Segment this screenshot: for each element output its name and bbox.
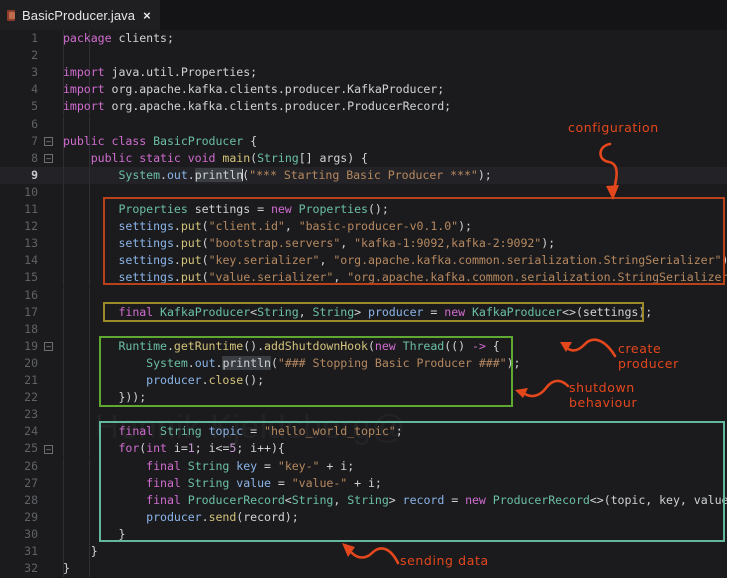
code-line[interactable]: 11 Properties settings = new Properties(… — [0, 201, 727, 219]
line-number: 21 — [24, 373, 38, 387]
line-number: 17 — [24, 304, 38, 319]
code-line[interactable]: 26 final String key = "key-" + i; — [0, 457, 727, 475]
tab-basicproducer-java[interactable]: BasicProducer.java × — [0, 0, 160, 30]
code-line[interactable]: 16 — [0, 286, 727, 304]
code-line[interactable]: 12 settings.put("client.id", "basic-prod… — [0, 218, 727, 236]
code-line[interactable]: 10 — [0, 183, 727, 201]
code-line[interactable]: 28 final ProducerRecord<String, String> … — [0, 491, 727, 509]
editor-tab-bar: BasicProducer.java × — [0, 0, 727, 30]
code-surface[interactable]: Hennik Kjeldsberg@ 1 package clients; 2 … — [0, 30, 727, 578]
code-line[interactable]: 24 final String topic = "hello_world_top… — [0, 423, 727, 441]
fold-marker-icon[interactable]: – — [44, 136, 53, 146]
line-number: 32 — [24, 561, 38, 576]
line-number: 11 — [24, 202, 38, 216]
code-line[interactable]: 15 settings.put("value.serializer", "org… — [0, 269, 727, 287]
code-line[interactable]: 29 producer.send(record); — [0, 508, 727, 526]
line-number: 28 — [24, 492, 38, 507]
fold-marker-icon[interactable]: – — [44, 342, 53, 352]
line-number: 3 — [31, 65, 38, 80]
code-line[interactable]: 17 final KafkaProducer<String, String> p… — [0, 303, 727, 321]
line-number: 13 — [24, 236, 38, 251]
code-line[interactable]: 3 import java.util.Properties; — [0, 64, 727, 82]
line-number: 16 — [24, 287, 38, 302]
tab-label: BasicProducer.java — [22, 7, 136, 23]
code-editor-window: BasicProducer.java × Hennik Kjeldsberg@ … — [0, 0, 727, 578]
code-line[interactable]: 31 } — [0, 543, 727, 561]
right-page-margin — [727, 0, 746, 586]
line-number: 8 — [31, 150, 38, 165]
line-number: 15 — [24, 270, 38, 285]
annotation-shutdown: shutdown behaviour — [569, 380, 637, 410]
line-number: 2 — [31, 48, 38, 63]
code-line[interactable]: 7 – public class BasicProducer { — [0, 132, 727, 150]
code-line[interactable]: 8 – public static void main(String[] arg… — [0, 149, 727, 167]
line-number: 9 — [31, 167, 38, 182]
line-number: 4 — [31, 82, 38, 97]
code-line[interactable]: 5 import org.apache.kafka.clients.produc… — [0, 98, 727, 116]
line-number: 10 — [24, 184, 38, 199]
below-editor-strip — [0, 578, 727, 586]
code-line-current[interactable]: 9 System.out.println("*** Starting Basic… — [0, 166, 727, 184]
line-number: 18 — [24, 321, 38, 336]
line-number: 5 — [31, 99, 38, 114]
line-number: 27 — [24, 475, 38, 490]
code-line[interactable]: 13 settings.put("bootstrap.servers", "ka… — [0, 235, 727, 253]
java-file-icon — [6, 9, 17, 22]
code-line[interactable]: 27 final String value = "value-" + i; — [0, 474, 727, 492]
code-line[interactable]: 2 — [0, 47, 727, 65]
annotation-shutdown-text: shutdown behaviour — [569, 380, 638, 410]
line-number: 6 — [31, 116, 38, 131]
code-line[interactable]: 14 settings.put("key.serializer", "org.a… — [0, 252, 727, 270]
code-line[interactable]: 30 } — [0, 525, 727, 543]
code-line[interactable]: 18 — [0, 320, 727, 338]
line-number: 23 — [24, 407, 38, 422]
annotation-configuration: configuration — [568, 120, 659, 135]
close-icon[interactable]: × — [143, 9, 151, 22]
line-number: 31 — [24, 544, 38, 558]
code-line[interactable]: 32 } — [0, 560, 727, 578]
line-number: 12 — [24, 219, 38, 234]
line-number: 19 — [24, 338, 38, 353]
fold-marker-icon[interactable]: – — [44, 153, 53, 163]
line-number: 20 — [24, 355, 38, 370]
annotation-sending-data: sending data — [400, 553, 489, 568]
line-number: 25 — [24, 441, 38, 456]
annotation-create-producer: create producer — [618, 341, 679, 371]
fold-marker-icon[interactable]: – — [44, 444, 53, 454]
line-number: 1 — [31, 31, 38, 45]
line-number: 30 — [24, 526, 38, 541]
line-number: 24 — [24, 424, 38, 439]
code-line[interactable]: 25 – for(int i=1; i<=5; i++){ — [0, 440, 727, 458]
line-number: 26 — [24, 458, 38, 473]
screenshot-root: BasicProducer.java × Hennik Kjeldsberg@ … — [0, 0, 746, 586]
line-number: 14 — [24, 253, 38, 268]
code-line[interactable]: 1 package clients; — [0, 30, 727, 48]
line-number: 7 — [31, 133, 38, 148]
line-number: 29 — [24, 509, 38, 524]
line-number: 22 — [24, 390, 38, 405]
code-line[interactable]: 4 import org.apache.kafka.clients.produc… — [0, 81, 727, 99]
annotation-create-producer-text: create producer — [618, 341, 679, 371]
